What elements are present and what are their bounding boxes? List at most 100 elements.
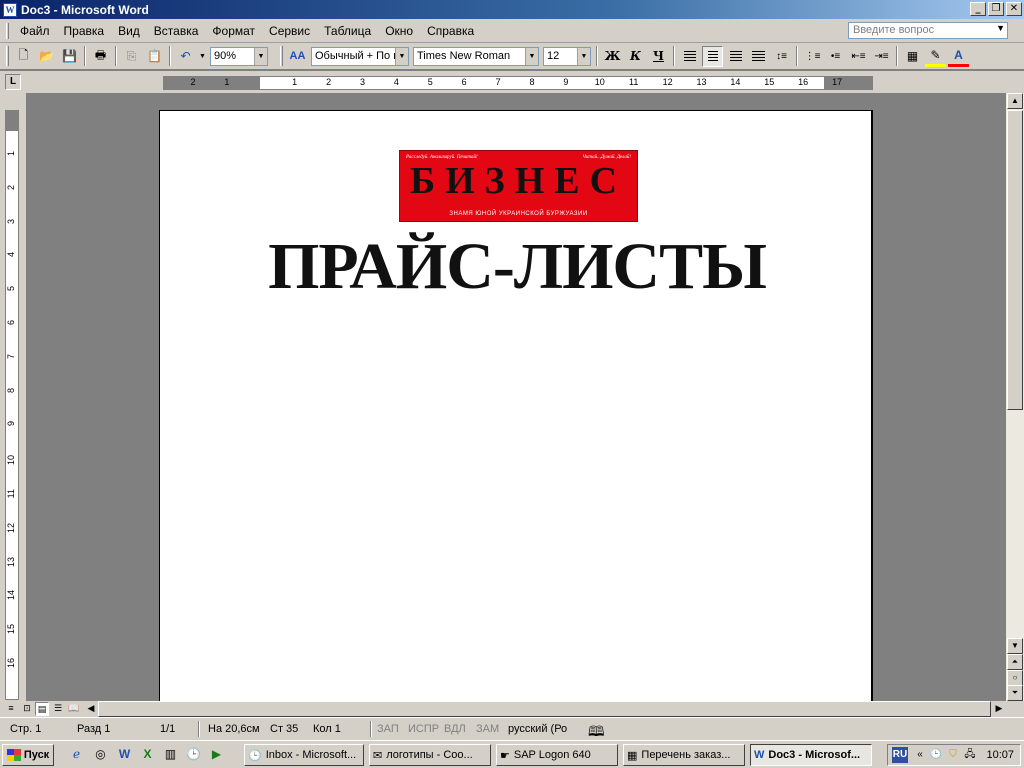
numbering-icon[interactable]: ⋮≡ (802, 46, 823, 67)
undo-dropdown-icon[interactable]: ▼ (198, 46, 207, 67)
toolbar-grip[interactable] (280, 46, 283, 66)
task-label: Inbox - Microsoft... (265, 749, 357, 761)
clock-icon: 🕒 (248, 749, 262, 762)
horizontal-scroll-thumb[interactable] (98, 701, 991, 717)
status-record[interactable]: ЗАП (377, 723, 399, 735)
tab-selector-button[interactable]: L (5, 74, 21, 90)
chevron-down-icon[interactable]: ▼ (577, 47, 590, 65)
web-view-icon[interactable]: ⊡ (20, 702, 34, 716)
highlight-icon[interactable]: ✎ (925, 46, 946, 67)
status-extend[interactable]: ВДЛ (444, 723, 466, 735)
task-inbox[interactable]: 🕒 Inbox - Microsoft... (244, 744, 364, 766)
outlook-icon[interactable]: ◎ (92, 746, 109, 763)
paste-icon[interactable]: 📋 (144, 46, 165, 67)
show-hidden-icons-button[interactable]: « (912, 747, 928, 763)
menu-view[interactable]: Вид (111, 24, 147, 38)
menu-table[interactable]: Таблица (317, 24, 378, 38)
menu-tools[interactable]: Сервис (262, 24, 317, 38)
line-spacing-icon[interactable]: ↕≡ (771, 46, 792, 67)
undo-icon[interactable]: ↶ (175, 46, 196, 67)
increase-indent-icon[interactable]: ⇥≡ (871, 46, 892, 67)
status-track-changes[interactable]: ИСПР (408, 723, 439, 735)
menu-edit[interactable]: Правка (57, 24, 112, 38)
open-folder-icon[interactable]: 📂 (36, 46, 57, 67)
horizontal-ruler[interactable]: 2 1 1 2 3 4 5 6 7 8 9 10 11 12 13 14 15 16 17 (163, 76, 873, 90)
reading-view-icon[interactable]: 📖 (67, 702, 81, 716)
internet-explorer-icon[interactable]: ℯ (68, 746, 85, 763)
restore-button[interactable]: ❐ (988, 2, 1004, 16)
chevron-down-icon[interactable]: ▼ (395, 47, 408, 65)
ruler-number: 17 (832, 77, 843, 87)
close-button[interactable]: ✕ (1006, 2, 1022, 16)
font-color-icon[interactable]: A (948, 46, 969, 67)
vertical-ruler[interactable]: 1 2 3 4 5 6 7 8 9 10 11 12 13 14 15 16 (5, 110, 19, 700)
print-icon[interactable]: 🖶 (90, 46, 111, 67)
underline-button[interactable]: Ч (648, 46, 669, 67)
ruler-number: 5 (427, 77, 433, 87)
document-page[interactable]: Расследуй. Анализируй. Печатай! Читай...… (159, 110, 873, 701)
save-icon[interactable]: 💾 (59, 46, 80, 67)
font-select[interactable]: Times New Roman ▼ (413, 46, 539, 66)
decrease-indent-icon[interactable]: ⇤≡ (848, 46, 869, 67)
align-left-icon[interactable] (679, 46, 700, 67)
chevron-down-icon[interactable]: ▼ (254, 47, 267, 65)
align-right-icon[interactable] (725, 46, 746, 67)
language-indicator[interactable]: RU (892, 747, 908, 763)
new-document-icon[interactable]: 🗋 (13, 46, 34, 67)
task-doc3-word[interactable]: W Doc3 - Microsof... (750, 744, 872, 766)
scroll-up-icon[interactable]: ▲ (1007, 93, 1023, 109)
style-value: Обычный + По ц (315, 50, 400, 62)
previous-page-icon[interactable]: ⏶ (1007, 654, 1023, 670)
ruler-number: 4 (393, 77, 399, 87)
bullets-icon[interactable]: •≡ (825, 46, 846, 67)
menu-grip[interactable] (6, 22, 9, 39)
menu-window[interactable]: Окно (378, 24, 420, 38)
menu-insert[interactable]: Вставка (147, 24, 206, 38)
clock-app-icon[interactable]: 🕒 (185, 746, 202, 763)
minimize-button[interactable]: _ (970, 2, 986, 16)
scroll-left-icon[interactable]: ◀ (84, 702, 98, 716)
toolbar-grip[interactable] (6, 46, 9, 66)
menu-file[interactable]: Файл (13, 24, 57, 38)
excel-icon[interactable]: X (139, 746, 156, 763)
copy-icon[interactable]: ⎘ (121, 46, 142, 67)
menu-format[interactable]: Формат (205, 24, 262, 38)
vertical-scrollbar[interactable]: ▲ ▼ ⏶ ○ ⏷ (1006, 93, 1024, 701)
print-layout-icon[interactable]: ▤ (35, 702, 49, 716)
menu-help[interactable]: Справка (420, 24, 481, 38)
start-button[interactable]: Пуск (2, 744, 54, 766)
next-page-icon[interactable]: ⏷ (1007, 685, 1023, 701)
task-logos[interactable]: ✉ логотипы - Соо... (369, 744, 491, 766)
media-player-icon[interactable]: ▶ (208, 746, 225, 763)
style-select[interactable]: Обычный + По ц ▼ (311, 46, 409, 66)
status-overtype[interactable]: ЗАМ (476, 723, 499, 735)
zoom-select[interactable]: 90% ▼ (210, 46, 268, 66)
borders-icon[interactable]: ▦ (902, 46, 923, 67)
status-language[interactable]: русский (Ро (508, 723, 567, 735)
normal-view-icon[interactable]: ≡ (4, 702, 18, 716)
horizontal-scroll-track[interactable] (98, 701, 991, 717)
clock-tray-icon[interactable]: 🕒 (928, 747, 944, 763)
network-icon[interactable]: 🖧 (962, 747, 978, 763)
task-order-list[interactable]: ▦ Перечень заказ... (623, 744, 745, 766)
chevron-down-icon[interactable]: ▼ (996, 23, 1005, 33)
word-icon[interactable]: W (116, 746, 133, 763)
italic-button[interactable]: К (625, 46, 646, 67)
help-question-input[interactable]: Введите вопрос ▼ (848, 22, 1008, 39)
scroll-down-icon[interactable]: ▼ (1007, 638, 1023, 654)
word-app-icon[interactable]: W (3, 2, 17, 17)
font-size-select[interactable]: 12 ▼ (543, 46, 591, 66)
bold-button[interactable]: Ж (602, 46, 623, 67)
scroll-thumb[interactable] (1007, 110, 1023, 410)
chevron-down-icon[interactable]: ▼ (525, 47, 538, 65)
outline-view-icon[interactable]: ☰ (51, 702, 65, 716)
align-center-icon[interactable] (702, 45, 723, 67)
justify-icon[interactable] (748, 46, 769, 67)
select-browse-object-icon[interactable]: ○ (1007, 670, 1023, 686)
notebook-icon[interactable]: ▥ (162, 746, 179, 763)
shield-icon[interactable]: ⛉ (945, 747, 961, 763)
styles-formatting-icon[interactable]: AA (287, 46, 308, 67)
task-sap-logon[interactable]: ☛ SAP Logon 640 (496, 744, 618, 766)
scroll-right-icon[interactable]: ▶ (992, 702, 1006, 716)
left-strip: 1 2 3 4 5 6 7 8 9 10 11 12 13 14 15 16 (0, 93, 26, 701)
